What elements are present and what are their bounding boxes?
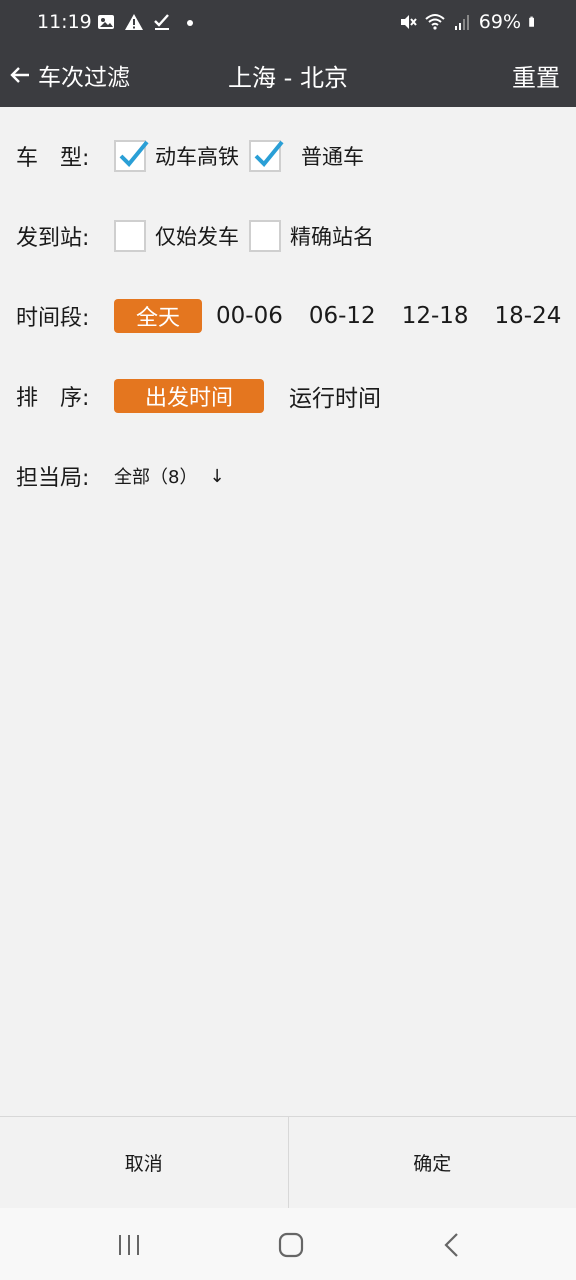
bottom-action-bar: 取消 确定 bbox=[0, 1116, 576, 1208]
normal-train-checkbox[interactable] bbox=[249, 140, 284, 172]
home-icon[interactable] bbox=[276, 1230, 306, 1260]
time-option-18-24[interactable]: 18-24 bbox=[495, 303, 562, 329]
arrow-left-icon bbox=[10, 67, 29, 83]
origin-only-label[interactable]: 仅始发车 bbox=[155, 221, 239, 251]
station-row: 发到站: 仅始发车 精确站名 bbox=[16, 219, 374, 253]
time-option-all-day[interactable]: 全天 bbox=[114, 299, 202, 333]
time-option-12-18[interactable]: 12-18 bbox=[402, 303, 469, 329]
system-nav-bar bbox=[0, 1208, 576, 1280]
status-bar: 11:19 69% bbox=[0, 0, 576, 46]
bureau-row: 担当局: 全部（8） ↓ bbox=[16, 459, 225, 493]
check-icon bbox=[154, 14, 169, 30]
bureau-label: 担当局: bbox=[16, 466, 90, 491]
cancel-button[interactable]: 取消 bbox=[0, 1117, 288, 1208]
arrow-down-icon[interactable]: ↓ bbox=[209, 466, 224, 487]
origin-only-checkbox[interactable] bbox=[114, 220, 146, 252]
sort-option-duration[interactable]: 运行时间 bbox=[289, 379, 381, 413]
exact-station-checkbox[interactable] bbox=[249, 220, 281, 252]
time-option-00-06[interactable]: 00-06 bbox=[216, 303, 283, 329]
warning-icon bbox=[125, 14, 143, 30]
back-nav-icon[interactable] bbox=[437, 1230, 467, 1260]
bureau-selector[interactable]: 全部（8） bbox=[114, 463, 197, 489]
train-type-row: 车 型: 动车高铁 普通车 bbox=[16, 139, 364, 173]
signal-icon bbox=[454, 15, 469, 30]
check-icon bbox=[119, 140, 149, 167]
reset-button[interactable]: 重置 bbox=[512, 58, 560, 93]
train-type-label: 车 型: bbox=[16, 146, 90, 171]
image-icon bbox=[98, 15, 114, 29]
confirm-button[interactable]: 确定 bbox=[289, 1117, 576, 1208]
title-bar: 车次过滤 上海 - 北京 重置 bbox=[0, 46, 576, 107]
back-button[interactable]: 车次过滤 bbox=[8, 58, 130, 92]
battery-icon bbox=[529, 16, 534, 27]
dot-icon bbox=[187, 20, 193, 26]
sort-label: 排 序: bbox=[16, 386, 90, 411]
status-time: 11:19 bbox=[37, 11, 92, 33]
check-icon bbox=[254, 140, 284, 167]
emu-checkbox[interactable] bbox=[114, 140, 149, 172]
recent-apps-icon[interactable] bbox=[114, 1230, 144, 1260]
sort-option-departure[interactable]: 出发时间 bbox=[114, 379, 264, 413]
mute-icon bbox=[400, 15, 417, 29]
back-label: 车次过滤 bbox=[38, 65, 130, 91]
wifi-icon bbox=[425, 14, 445, 30]
time-period-row: 时间段: 全天 00-06 06-12 12-18 18-24 bbox=[16, 299, 561, 333]
time-period-label: 时间段: bbox=[16, 306, 90, 331]
exact-station-label[interactable]: 精确站名 bbox=[290, 221, 374, 251]
battery-percent: 69% bbox=[478, 11, 521, 33]
station-label: 发到站: bbox=[16, 226, 90, 251]
normal-train-label[interactable]: 普通车 bbox=[301, 141, 364, 171]
emu-label[interactable]: 动车高铁 bbox=[155, 141, 239, 171]
time-option-06-12[interactable]: 06-12 bbox=[309, 303, 376, 329]
sort-row: 排 序: 出发时间 运行时间 bbox=[16, 379, 381, 413]
